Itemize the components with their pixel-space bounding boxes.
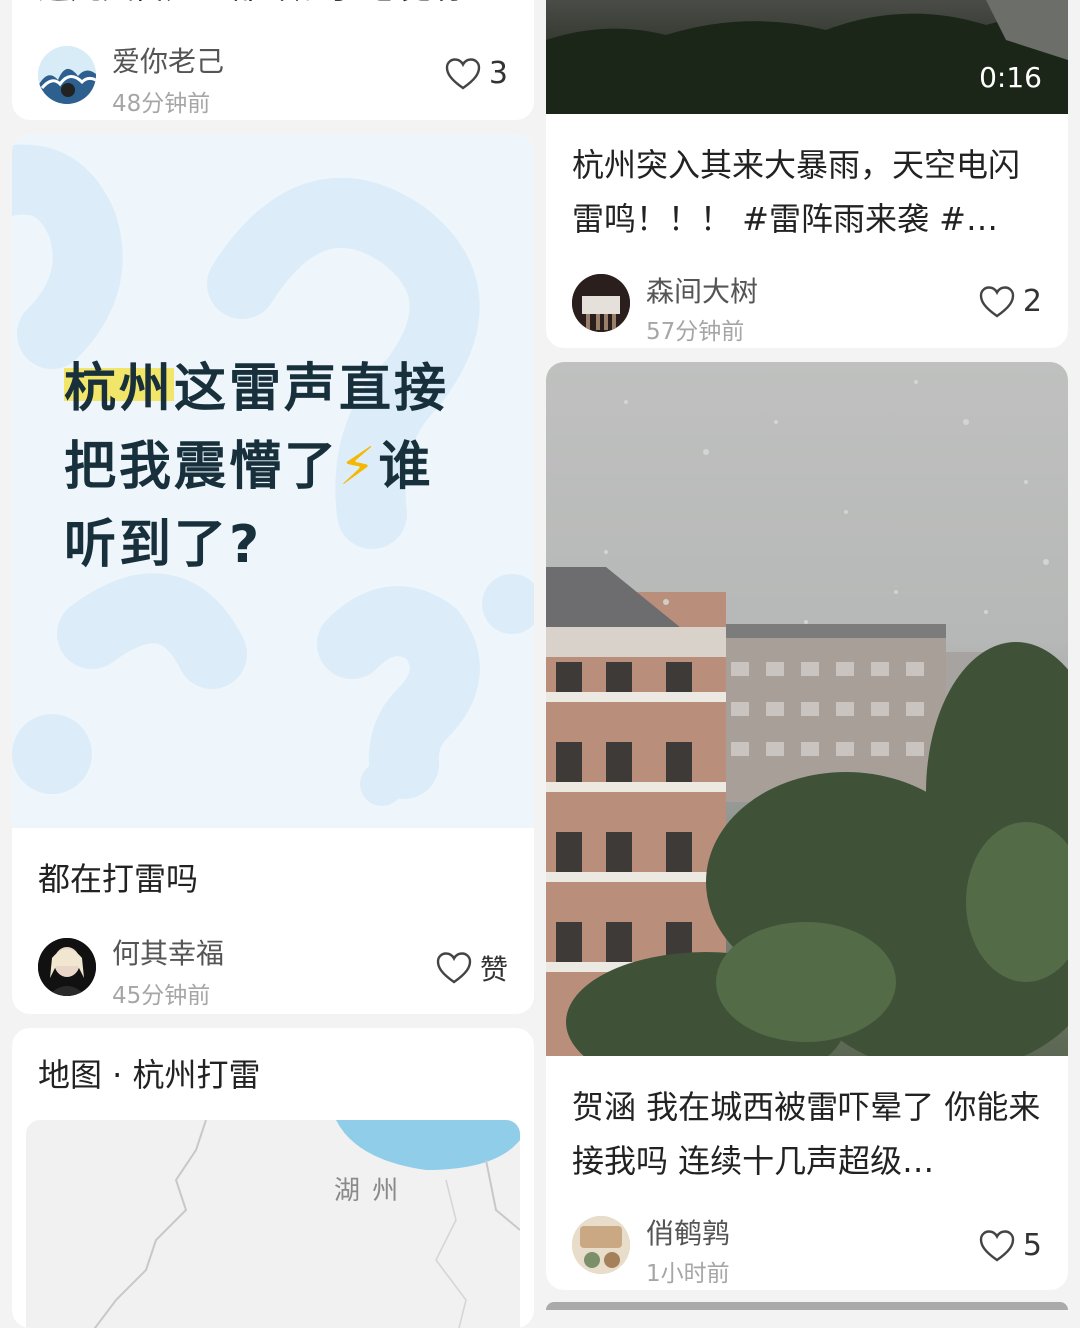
post-title-partial: 这几天雷声…都吓醒了 感觉有点… <box>38 0 508 14</box>
heart-icon <box>445 57 481 89</box>
post-time: 48分钟前 <box>112 91 211 117</box>
username[interactable]: 俏鹌鹑 <box>646 1212 730 1252</box>
cover-text-2: 把我震懵了 <box>64 437 340 497</box>
video-thumbnail[interactable]: 0:16 <box>546 0 1068 114</box>
cover-text-1: 这雷声直接 <box>174 359 450 419</box>
like-button[interactable]: 2 <box>979 284 1042 319</box>
cover-line-2: 把我震懵了⚡谁 <box>64 428 524 506</box>
cover-text-2b: 谁 <box>378 437 434 497</box>
avatar-wave-icon <box>38 46 96 104</box>
avatar-photo-icon <box>572 274 630 332</box>
avatar[interactable] <box>38 938 96 996</box>
like-label: 赞 <box>479 953 508 986</box>
post-title[interactable]: 都在打雷吗 <box>38 852 198 906</box>
post-card-1[interactable]: 这几天雷声…都吓醒了 感觉有点… 爱你老己 48分钟前 3 <box>12 0 534 120</box>
post-photo[interactable] <box>546 362 1068 1056</box>
video-post-card[interactable]: 0:16 杭州突入其来大暴雨，天空电闪雷鸣！！！ #雷阵雨来袭 #… 森间大树 … <box>546 0 1068 348</box>
post-title[interactable]: 杭州突入其来大暴雨，天空电闪雷鸣！！！ #雷阵雨来袭 #… <box>572 138 1042 246</box>
heart-icon <box>979 285 1015 317</box>
username[interactable]: 何其幸福 <box>112 932 224 972</box>
map-card[interactable]: 地图 · 杭州打雷 湖 州 <box>12 1028 534 1328</box>
map-view[interactable]: 湖 州 <box>26 1120 520 1328</box>
like-count: 3 <box>488 56 508 91</box>
post-time: 1小时前 <box>646 1261 730 1287</box>
rainy-buildings-photo <box>546 380 1068 1056</box>
map-shapes <box>93 1120 520 1328</box>
post-card-2[interactable]: 杭州这雷声直接 把我震懵了⚡谁 听到了? 都在打雷吗 何其幸福 45分钟前 赞 <box>12 134 534 1014</box>
like-count: 5 <box>1022 1228 1042 1263</box>
post-cover[interactable]: 杭州这雷声直接 把我震懵了⚡谁 听到了? <box>12 134 534 828</box>
map-city-label: 湖 州 <box>334 1176 401 1206</box>
cover-highlight: 杭州 <box>64 359 175 419</box>
cover-line-3: 听到了? <box>64 515 263 575</box>
trees-silhouette <box>546 0 1068 114</box>
avatar[interactable] <box>38 46 96 104</box>
photo-post-card[interactable]: 贺涵 我在城西被雷吓晕了 你能来接我吗 连续十几声超级… 俏鹌鹑 1小时前 5 <box>546 362 1068 1290</box>
heart-icon <box>436 952 472 984</box>
avatar-person-icon <box>38 938 96 996</box>
username[interactable]: 爱你老己 <box>112 40 224 80</box>
like-button[interactable]: 赞 <box>436 948 508 988</box>
cover-line-1: 杭州这雷声直接 <box>64 350 524 428</box>
like-button[interactable]: 5 <box>979 1228 1042 1263</box>
next-post-card[interactable] <box>546 1302 1068 1310</box>
map-card-title[interactable]: 地图 · 杭州打雷 <box>38 1048 261 1102</box>
like-count: 2 <box>1022 284 1042 319</box>
post-title[interactable]: 贺涵 我在城西被雷吓晕了 你能来接我吗 连续十几声超级… <box>572 1080 1042 1188</box>
avatar[interactable] <box>572 274 630 332</box>
avatar-photo-icon <box>572 1216 630 1274</box>
heart-icon <box>979 1229 1015 1261</box>
post-time: 57分钟前 <box>646 319 745 345</box>
avatar[interactable] <box>572 1216 630 1274</box>
video-duration: 0:16 <box>979 61 1042 94</box>
like-button[interactable]: 3 <box>445 56 508 91</box>
post-time: 45分钟前 <box>112 983 211 1009</box>
username[interactable]: 森间大树 <box>646 270 758 310</box>
lightning-icon: ⚡ <box>339 437 379 497</box>
